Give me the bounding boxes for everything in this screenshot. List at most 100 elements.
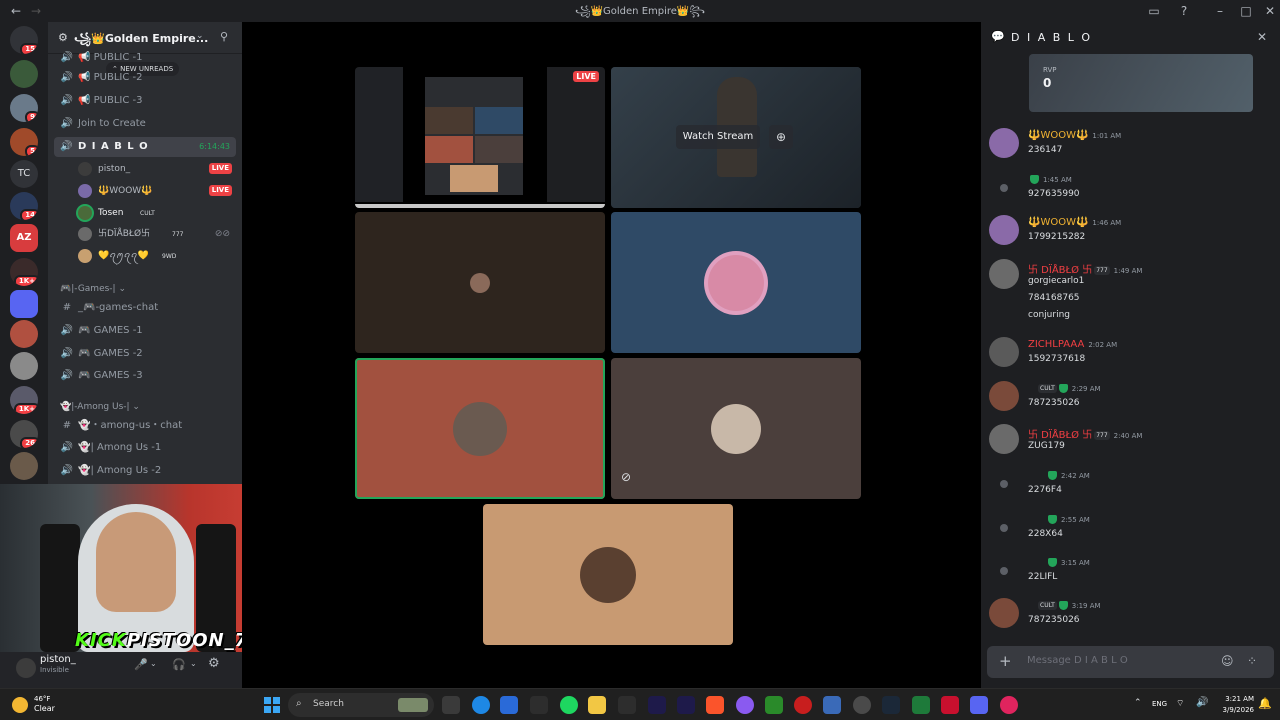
- taskbar-search[interactable]: ⌕ Search: [288, 693, 434, 717]
- message-author[interactable]: 卐 DÏÅBŁØ 卐 777 2:40 AM: [1028, 426, 1142, 441]
- channel-among-us-2[interactable]: 🔊 👻| Among Us -2: [54, 461, 236, 481]
- avatar[interactable]: [1000, 480, 1008, 488]
- store-icon[interactable]: [500, 696, 518, 714]
- server-icon[interactable]: [10, 352, 38, 380]
- voice-tile-speaking[interactable]: [355, 358, 605, 499]
- category-games[interactable]: 🎮|-Games-| ⌄: [60, 284, 126, 294]
- invite-user-icon[interactable]: ⚲: [220, 30, 228, 43]
- server-icon[interactable]: [10, 320, 38, 348]
- language-indicator[interactable]: ENG: [1152, 700, 1167, 708]
- avatar[interactable]: [989, 598, 1019, 628]
- message-author[interactable]: 🔱WOOW🔱 1:01 AM: [1028, 130, 1121, 141]
- category-among-us[interactable]: 👻|-Among Us-| ⌄: [60, 402, 140, 412]
- windows-start-icon[interactable]: [264, 697, 280, 713]
- channel-public-2[interactable]: 🔊 📢 PUBLIC -2: [54, 68, 236, 88]
- popout-icon[interactable]: ⊕: [769, 125, 793, 149]
- chevron-down-icon[interactable]: ⌄: [190, 659, 197, 668]
- settings-gear-icon[interactable]: ⚙: [58, 31, 68, 44]
- channel-among-us-1[interactable]: 🔊 👻| Among Us -1: [54, 438, 236, 458]
- discord-icon[interactable]: [970, 696, 988, 714]
- steam-icon[interactable]: [882, 696, 900, 714]
- app-icon[interactable]: [794, 696, 812, 714]
- channel-games-chat[interactable]: # _🎮-games-chat: [54, 298, 236, 318]
- avatar[interactable]: [989, 424, 1019, 454]
- app-icon[interactable]: [1000, 696, 1018, 714]
- tray-chevron-icon[interactable]: ⌃: [1134, 698, 1142, 708]
- chevron-down-icon[interactable]: ⌄: [150, 659, 157, 668]
- wifi-icon[interactable]: ⌔: [1176, 698, 1184, 709]
- server-icon-az[interactable]: AZ: [10, 224, 38, 252]
- message-composer[interactable]: + Message D I A B L O ☺ ⁘: [987, 646, 1274, 678]
- channel-among-us-chat[interactable]: # 👻・among-us・chat: [54, 416, 236, 436]
- message-input[interactable]: Message D I A B L O: [1027, 655, 1128, 666]
- microphone-icon[interactable]: 🎤: [134, 658, 148, 671]
- server-icon[interactable]: [10, 60, 38, 88]
- emoji-icon[interactable]: ☺: [1221, 654, 1234, 668]
- avatar[interactable]: [989, 128, 1019, 158]
- server-icon-tc[interactable]: TC: [10, 160, 38, 188]
- close-icon[interactable]: ✕: [1257, 30, 1267, 44]
- file-explorer-icon[interactable]: [588, 696, 606, 714]
- voice-user-piston[interactable]: piston_ LIVE: [78, 159, 236, 179]
- server-icon[interactable]: 14: [10, 192, 38, 220]
- server-icon[interactable]: 26: [10, 420, 38, 448]
- message-author[interactable]: 🔱WOOW🔱 1:46 AM: [1028, 217, 1121, 228]
- pen-app-icon[interactable]: [530, 696, 548, 714]
- avatar[interactable]: [1000, 184, 1008, 192]
- message-author[interactable]: 2:42 AM: [1028, 470, 1090, 481]
- minimize-icon[interactable]: –: [1212, 3, 1228, 19]
- premiere-icon[interactable]: [648, 696, 666, 714]
- terminal-icon[interactable]: [765, 696, 783, 714]
- volume-icon[interactable]: 🔊: [1196, 697, 1208, 708]
- server-icon[interactable]: 1K+: [10, 258, 38, 286]
- avatar[interactable]: [1000, 567, 1008, 575]
- notepad-icon[interactable]: [823, 696, 841, 714]
- acrobat-icon[interactable]: [941, 696, 959, 714]
- avatar[interactable]: [989, 337, 1019, 367]
- message-author[interactable]: 3:15 AM: [1028, 557, 1090, 568]
- server-icon[interactable]: 1K+: [10, 386, 38, 414]
- maximize-icon[interactable]: □: [1238, 3, 1254, 19]
- avatar[interactable]: [1000, 524, 1008, 532]
- voice-tile-user[interactable]: [355, 212, 605, 353]
- notification-bell-icon[interactable]: 🔔: [1258, 697, 1272, 710]
- avatar[interactable]: [989, 381, 1019, 411]
- channel-join-to-create[interactable]: 🔊 Join to Create: [54, 114, 236, 134]
- weather-widget[interactable]: 46°F Clear: [34, 694, 55, 714]
- server-icon[interactable]: [10, 452, 38, 480]
- watch-stream-button[interactable]: Watch Stream: [676, 125, 760, 149]
- message-author[interactable]: ZICHLPAAA 2:02 AM: [1028, 339, 1117, 350]
- xbox-icon[interactable]: [618, 696, 636, 714]
- edge-browser-icon[interactable]: [472, 696, 490, 714]
- voice-user-tosen[interactable]: Tosen CULT: [78, 203, 236, 223]
- headphones-icon[interactable]: 🎧: [172, 658, 186, 671]
- message-author[interactable]: 卐 DÏÅBŁØ 卐 777 1:49 AM: [1028, 261, 1142, 276]
- close-window-icon[interactable]: ✕: [1262, 3, 1278, 19]
- brave-browser-icon[interactable]: [706, 696, 724, 714]
- obs-icon[interactable]: [853, 696, 871, 714]
- folder-icon[interactable]: [10, 290, 38, 318]
- channel-diablo[interactable]: 🔊 D I A B L O 6:14:43: [54, 137, 236, 157]
- avatar[interactable]: [16, 658, 36, 678]
- server-icon[interactable]: 5: [10, 128, 38, 156]
- message-author[interactable]: CULT 2:29 AM: [1028, 383, 1101, 394]
- weather-moon-icon[interactable]: [12, 697, 28, 713]
- task-view-icon[interactable]: [442, 696, 460, 714]
- help-icon[interactable]: ?: [1176, 3, 1192, 19]
- message-author[interactable]: 1:45 AM: [1028, 174, 1072, 185]
- voice-user-diablo[interactable]: 卐DÏÅBŁØ卐 777 ⊘⊘: [78, 224, 236, 244]
- voice-user-amaa[interactable]: 💛ꪖꪑꪖꪖ💛 9WD: [78, 246, 236, 266]
- channel-games-3[interactable]: 🔊 🎮 GAMES -3: [54, 366, 236, 386]
- message-author[interactable]: 2:55 AM: [1028, 514, 1090, 525]
- avatar[interactable]: [989, 259, 1019, 289]
- guild-header[interactable]: ⚙ ꧁👑Golden Empire... ⌄ ⚲: [48, 22, 242, 54]
- server-icon[interactable]: 9: [10, 94, 38, 122]
- stream-tile-piston[interactable]: LIVE: [355, 67, 605, 208]
- apps-icon[interactable]: ⁘: [1247, 654, 1257, 668]
- taskbar-clock[interactable]: 3:21 AM 3/9/2026: [1214, 694, 1254, 716]
- after-effects-icon[interactable]: [677, 696, 695, 714]
- voice-tile-tosen[interactable]: [611, 212, 861, 353]
- channel-games-2[interactable]: 🔊 🎮 GAMES -2: [54, 344, 236, 364]
- channel-games-1[interactable]: 🔊 🎮 GAMES -1: [54, 321, 236, 341]
- message-author[interactable]: CULT 3:19 AM: [1028, 600, 1101, 611]
